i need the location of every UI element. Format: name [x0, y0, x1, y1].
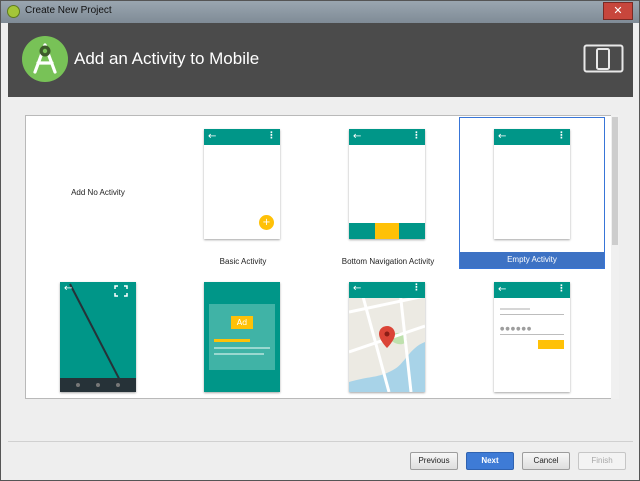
back-arrow-icon: ←	[64, 283, 73, 294]
activity-basic[interactable]: ← ⋮ + Basic Activity	[171, 116, 315, 266]
maps-preview: ← ⋮	[349, 282, 425, 392]
cancel-button[interactable]: Cancel	[522, 452, 570, 470]
back-arrow-icon: ←	[353, 283, 362, 294]
overflow-menu-icon: ⋮	[412, 131, 421, 141]
android-studio-logo-icon	[22, 36, 68, 82]
page-title: Add an Activity to Mobile	[74, 49, 260, 68]
activity-bottom-navigation[interactable]: ← ⋮ Bottom Navigation Activity	[316, 116, 460, 266]
admob-preview: Ad	[204, 282, 280, 392]
back-arrow-icon: ←	[208, 131, 217, 142]
new-project-dialog: Create New Project ✕ Add an Activity to …	[0, 0, 640, 481]
bottom-nav-selected	[375, 223, 399, 239]
activity-admob[interactable]: Ad	[171, 271, 315, 398]
basic-activity-preview: ← ⋮ +	[204, 129, 280, 239]
fullscreen-preview: ←	[60, 282, 136, 392]
window-title: Create New Project	[25, 5, 112, 16]
overflow-menu-icon: ⋮	[557, 284, 566, 294]
overflow-menu-icon: ⋮	[557, 131, 566, 141]
close-button[interactable]: ✕	[603, 2, 633, 20]
empty-activity-preview: ← ⋮	[494, 129, 570, 239]
title-bar: Create New Project ✕	[1, 1, 639, 23]
sign-in-preview-button	[538, 340, 564, 349]
fab-icon: +	[259, 215, 274, 230]
login-preview: ← ⋮ ●●●●●●	[494, 282, 570, 392]
activity-label-selected: Empty Activity	[460, 252, 604, 268]
activity-maps[interactable]: ← ⋮	[316, 271, 460, 398]
activity-gallery: Add No Activity ← ⋮ + Basic Activity ← ⋮ B…	[25, 115, 618, 399]
next-button[interactable]: Next	[466, 452, 514, 470]
previous-button[interactable]: Previous	[410, 452, 458, 470]
activity-login[interactable]: ← ⋮ ●●●●●●	[460, 271, 604, 398]
bottom-nav-preview: ← ⋮	[349, 129, 425, 239]
scrollbar-thumb[interactable]	[612, 117, 618, 245]
overflow-menu-icon: ⋮	[267, 131, 276, 141]
back-arrow-icon: ←	[353, 131, 362, 142]
phone-tablet-icon	[583, 44, 624, 73]
activity-label: Bottom Navigation Activity	[341, 257, 435, 266]
ad-badge: Ad	[231, 316, 253, 329]
overflow-menu-icon: ⋮	[412, 283, 421, 293]
finish-button[interactable]: Finish	[578, 452, 626, 470]
android-studio-icon	[7, 5, 20, 18]
activity-add-no-activity[interactable]: Add No Activity	[26, 116, 170, 266]
wizard-header: Add an Activity to Mobile	[8, 23, 633, 97]
back-arrow-icon: ←	[498, 131, 507, 142]
activity-empty[interactable]: ← ⋮	[460, 116, 604, 266]
footer-divider	[8, 441, 633, 442]
activity-label: Add No Activity	[71, 188, 125, 197]
back-arrow-icon: ←	[498, 284, 507, 295]
activity-label: Basic Activity	[219, 257, 267, 266]
gallery-scrollbar[interactable]	[611, 115, 619, 399]
activity-fullscreen[interactable]: ←	[26, 271, 170, 398]
